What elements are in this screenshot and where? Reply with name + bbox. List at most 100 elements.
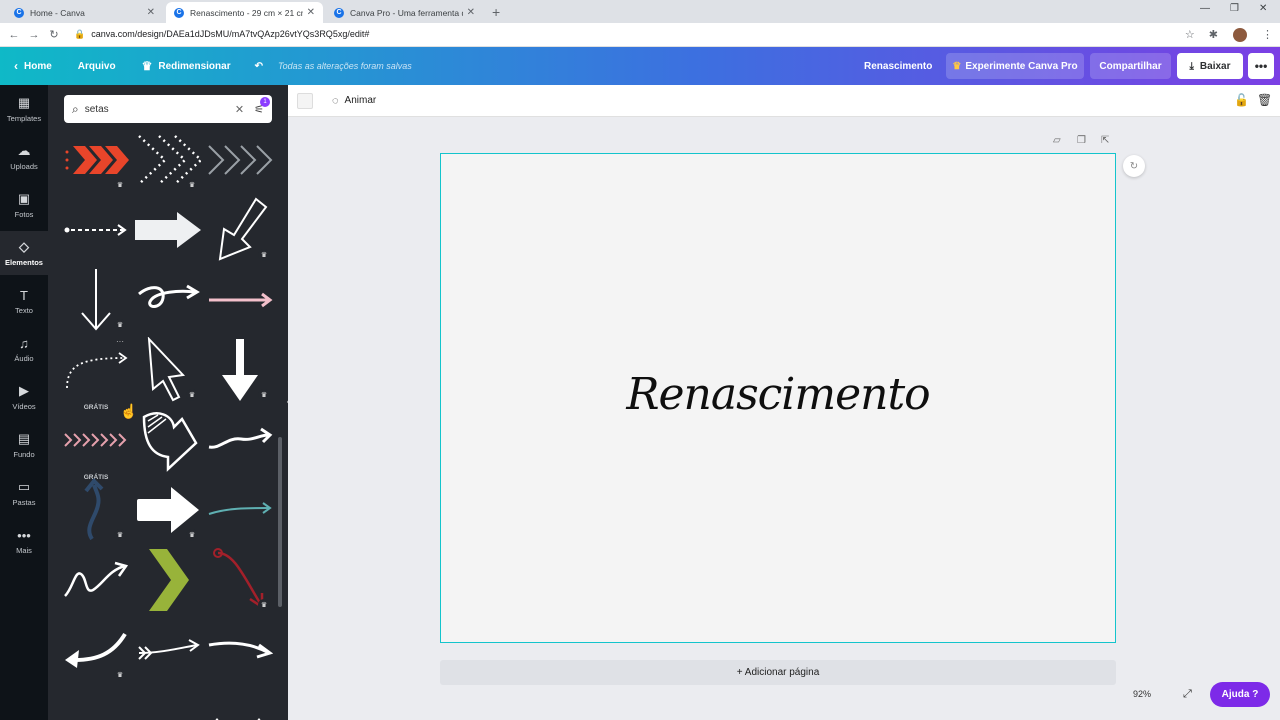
- download-label: Baixar: [1199, 60, 1231, 72]
- arrow-element[interactable]: [206, 267, 274, 333]
- url-field[interactable]: 🔒 canva.com/design/DAEa1dJDsMU/mA7tvQAzp2…: [74, 29, 1178, 40]
- arrow-element[interactable]: [134, 407, 202, 473]
- arrow-element[interactable]: [206, 687, 274, 720]
- crown-icon: ♛: [114, 179, 126, 191]
- star-icon[interactable]: ☆: [1185, 28, 1195, 41]
- arrow-element[interactable]: [134, 267, 202, 333]
- design-title[interactable]: Renascimento: [864, 61, 932, 72]
- filter-icon[interactable]: ⚟ 1: [254, 96, 270, 116]
- videos-icon: ▶: [19, 383, 29, 398]
- reload-icon[interactable]: ↻: [44, 28, 64, 41]
- download-button[interactable]: ⤓ Baixar: [1177, 53, 1243, 79]
- design-canvas[interactable]: Renascimento: [440, 153, 1116, 643]
- rail-item-audio[interactable]: ♫ Áudio: [0, 327, 48, 371]
- browser-menu-icon[interactable]: ⋮: [1262, 28, 1273, 41]
- rail-label: Fotos: [14, 210, 34, 219]
- undo-icon[interactable]: ↶: [255, 61, 263, 72]
- rail-item-fotos[interactable]: ▣ Fotos: [0, 183, 48, 227]
- rail-item-fundo[interactable]: ▤ Fundo: [0, 423, 48, 467]
- arrow-element[interactable]: [206, 127, 274, 193]
- rail-item-pastas[interactable]: ▭ Pastas: [0, 471, 48, 515]
- duplicate-page-icon[interactable]: ❐: [1077, 135, 1086, 146]
- add-page-button[interactable]: + Adicionar página: [440, 660, 1116, 685]
- browser-tab-canva-pro[interactable]: C Canva Pro - Uma ferramenta de ✕: [326, 2, 483, 23]
- crown-icon: ♛: [258, 389, 270, 401]
- back-icon[interactable]: ←: [4, 29, 24, 41]
- fullscreen-icon[interactable]: ⤢: [1183, 688, 1192, 701]
- canvas-title-text[interactable]: Renascimento: [441, 369, 1115, 420]
- rail-item-mais[interactable]: ••• Mais: [0, 519, 48, 563]
- animar-button[interactable]: ◌ Animar: [332, 95, 376, 107]
- arrow-element[interactable]: [62, 197, 130, 263]
- window-close-icon[interactable]: ✕: [1259, 3, 1267, 14]
- tab-label: Home - Canva: [30, 7, 85, 18]
- animar-label: Animar: [344, 95, 377, 106]
- editor-area: ◌ Animar 🔓 🗑 ▱ ❐ ⇱ Renascimento ↻ + Adici…: [288, 85, 1280, 720]
- trash-icon[interactable]: 🗑: [1257, 93, 1272, 107]
- teal-arrow-icon: [208, 502, 272, 515]
- arrow-element[interactable]: ♛: [62, 267, 130, 333]
- share-page-icon[interactable]: ⇱: [1101, 135, 1109, 146]
- crown-icon: ♛: [258, 249, 270, 261]
- extensions-icon[interactable]: ✱: [1209, 28, 1218, 41]
- share-button[interactable]: Compartilhar: [1090, 53, 1171, 79]
- rail-item-videos[interactable]: ▶ Vídeos: [0, 375, 48, 419]
- clear-search-icon[interactable]: ✕: [235, 103, 244, 116]
- help-button[interactable]: Ajuda ?: [1210, 682, 1270, 707]
- arrow-element[interactable]: ♛: [134, 337, 202, 403]
- minimize-icon[interactable]: —: [1200, 3, 1210, 14]
- forward-icon[interactable]: →: [24, 29, 44, 41]
- panel-scrollbar[interactable]: [278, 437, 282, 607]
- more-dots-icon[interactable]: ···: [116, 337, 124, 346]
- arrow-element[interactable]: ♛: [134, 127, 202, 193]
- add-note-icon[interactable]: ▱: [1053, 135, 1061, 146]
- rail-label: Fundo: [13, 450, 35, 459]
- rail-item-elementos[interactable]: ◇ Elementos: [0, 231, 48, 275]
- new-tab-icon[interactable]: +: [492, 4, 500, 20]
- close-icon[interactable]: ✕: [307, 7, 315, 18]
- arrow-element[interactable]: ♛: [206, 197, 274, 263]
- arrow-element[interactable]: [134, 197, 202, 263]
- background-color-swatch[interactable]: [297, 92, 313, 109]
- crown-icon: ♛: [186, 529, 198, 541]
- arrow-element[interactable]: ♛: [62, 127, 130, 193]
- avatar[interactable]: [1233, 27, 1247, 42]
- browser-tab-renascimento[interactable]: C Renascimento - 29 cm × 21 cm ✕: [166, 2, 323, 23]
- zoom-level[interactable]: 92%: [1133, 689, 1151, 699]
- arrow-element[interactable]: ··· GRÁTIS: [62, 337, 130, 411]
- arrow-element[interactable]: [134, 617, 202, 683]
- arrow-element[interactable]: ♛: [206, 337, 274, 403]
- crown-icon: ♛: [141, 59, 153, 73]
- rail-item-texto[interactable]: T Texto: [0, 279, 48, 323]
- rail-item-templates[interactable]: ▦ Templates: [0, 87, 48, 131]
- restore-icon[interactable]: ❐: [1230, 3, 1239, 14]
- arquivo-menu[interactable]: Arquivo: [78, 61, 116, 72]
- lock-icon[interactable]: 🔓: [1234, 93, 1249, 107]
- background-icon: ▤: [17, 431, 31, 446]
- arrow-element[interactable]: [206, 477, 274, 543]
- browser-tab-home[interactable]: C Home - Canva ✕: [6, 2, 163, 23]
- arrow-element[interactable]: [206, 617, 274, 683]
- rotate-icon[interactable]: ↻: [1123, 155, 1145, 177]
- templates-icon: ▦: [17, 95, 31, 110]
- rail-label: Templates: [6, 114, 42, 123]
- crown-icon: ♛: [952, 60, 962, 72]
- arrow-element[interactable]: [134, 687, 202, 720]
- search-input[interactable]: [84, 103, 235, 115]
- arrow-element[interactable]: ♛: [62, 617, 130, 683]
- arrow-element[interactable]: [206, 407, 274, 473]
- arrow-element[interactable]: ♛: [134, 477, 202, 543]
- navy-curved-up-arrow-icon: [84, 478, 104, 541]
- try-canva-pro-button[interactable]: ♛ Experimente Canva Pro: [946, 53, 1084, 79]
- redimensionar-button[interactable]: ♛ Redimensionar: [142, 59, 231, 73]
- crown-icon: ♛: [186, 389, 198, 401]
- close-icon[interactable]: ✕: [467, 7, 475, 18]
- arrow-element[interactable]: ♛: [206, 547, 274, 613]
- home-button[interactable]: ‹ Home: [14, 59, 52, 73]
- close-icon[interactable]: ✕: [147, 7, 155, 18]
- arrow-element[interactable]: ♛: [62, 477, 130, 543]
- arrow-element[interactable]: [62, 547, 130, 613]
- more-options-button[interactable]: •••: [1248, 53, 1274, 79]
- rail-item-uploads[interactable]: ☁ Uploads: [0, 135, 48, 179]
- arrow-element[interactable]: [134, 547, 202, 613]
